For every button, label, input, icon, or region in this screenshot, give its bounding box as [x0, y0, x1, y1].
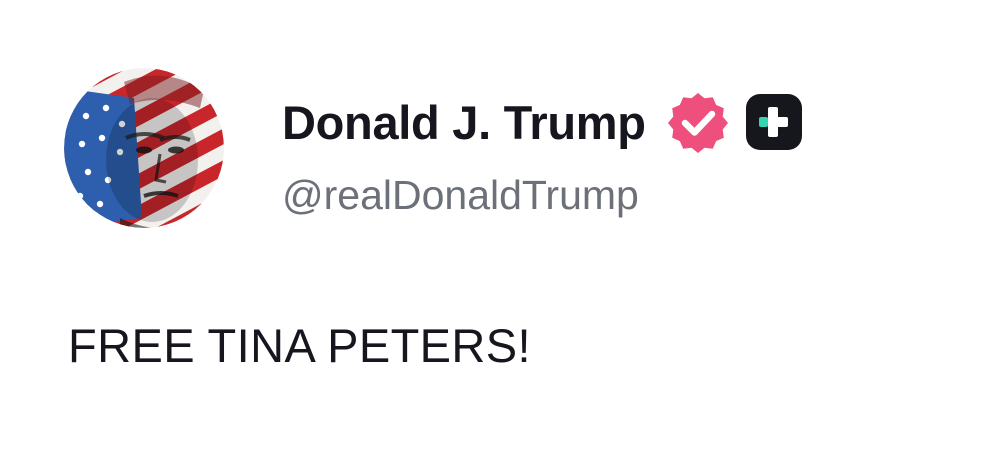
verified-badge-icon — [667, 93, 728, 153]
user-handle[interactable]: @realDonaldTrump — [282, 175, 639, 216]
avatar-image — [64, 68, 224, 228]
display-name[interactable]: Donald J. Trump — [282, 99, 646, 146]
post-body-text: FREE TINA PETERS! — [68, 319, 531, 372]
author-header: Donald J. Trump — [282, 92, 804, 153]
avatar[interactable] — [64, 68, 224, 228]
plus-badge-icon[interactable] — [744, 92, 804, 152]
post-card: Donald J. Trump @realDonaldTrump FREE TI… — [0, 0, 986, 457]
